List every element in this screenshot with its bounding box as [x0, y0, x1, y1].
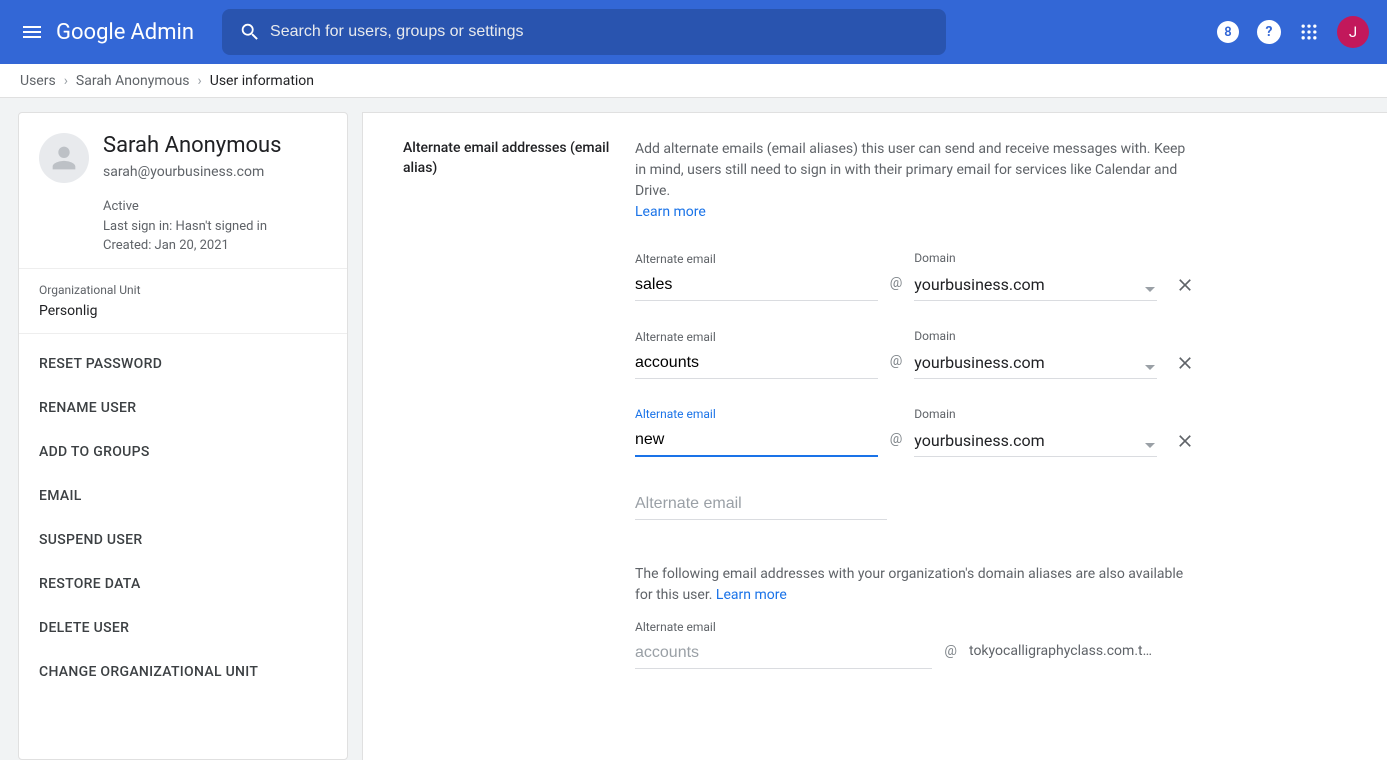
domain-label: Domain [914, 329, 1157, 343]
learn-more-link-2[interactable]: Learn more [716, 587, 787, 603]
search-input[interactable] [270, 23, 938, 41]
alternate-email-label: Alternate email [635, 252, 878, 266]
domain-select-0[interactable]: yourbusiness.com [914, 271, 1157, 301]
alternate-email-input-0[interactable] [635, 272, 878, 301]
alias-row-empty [635, 491, 1195, 520]
breadcrumb-users[interactable]: Users [20, 73, 56, 89]
alias-row: Alternate email @ Domain yourbusiness.co… [635, 329, 1195, 379]
user-side-card: Sarah Anonymous sarah@yourbusiness.com A… [18, 112, 348, 760]
close-icon [1175, 353, 1195, 373]
notification-badge[interactable]: 8 [1217, 21, 1239, 43]
close-icon [1175, 275, 1195, 295]
logo[interactable]: Google Admin [56, 20, 194, 45]
domain-label: Domain [914, 407, 1157, 421]
add-to-groups-button[interactable]: ADD TO GROUPS [19, 430, 347, 474]
remove-alias-button-1[interactable] [1175, 353, 1195, 379]
apps-icon [1299, 22, 1319, 42]
reset-password-button[interactable]: RESET PASSWORD [19, 342, 347, 386]
email-button[interactable]: EMAIL [19, 474, 347, 518]
dropdown-icon [1145, 443, 1155, 448]
at-symbol: @ [888, 275, 905, 301]
suspend-user-button[interactable]: SUSPEND USER [19, 518, 347, 562]
stage: Sarah Anonymous sarah@yourbusiness.com A… [0, 98, 1387, 760]
alternate-email-label: Alternate email [635, 407, 878, 421]
chevron-right-icon: › [198, 73, 202, 89]
menu-icon [20, 20, 44, 44]
user-name: Sarah Anonymous [103, 133, 282, 158]
user-last-signin: Last sign in: Hasn't signed in [103, 217, 327, 237]
alternate-email-label: Alternate email [635, 620, 932, 634]
dropdown-icon [1145, 287, 1155, 292]
restore-data-button[interactable]: RESTORE DATA [19, 562, 347, 606]
main-card: Alternate email addresses (email alias) … [362, 112, 1387, 760]
domain-alias-description: The following email addresses with your … [635, 564, 1195, 606]
user-avatar-icon [39, 133, 89, 183]
search-icon [230, 21, 270, 43]
section-description: Add alternate emails (email aliases) thi… [635, 139, 1195, 223]
breadcrumb: Users › Sarah Anonymous › User informati… [0, 64, 1387, 98]
account-avatar[interactable]: J [1337, 16, 1369, 48]
logo-main: Google [56, 20, 125, 45]
user-status: Active [103, 197, 327, 217]
rename-user-button[interactable]: RENAME USER [19, 386, 347, 430]
topbar: Google Admin 8 ? J [0, 0, 1387, 64]
alternate-email-input-1[interactable] [635, 350, 878, 379]
remove-alias-button-2[interactable] [1175, 431, 1195, 457]
at-symbol: @ [888, 353, 905, 379]
hamburger-menu-button[interactable] [12, 12, 52, 52]
alias-row: Alternate email @ Domain yourbusiness.co… [635, 407, 1195, 457]
help-button[interactable]: ? [1257, 20, 1281, 44]
at-symbol: @ [942, 643, 959, 669]
at-symbol: @ [888, 431, 905, 457]
domain-label: Domain [914, 251, 1157, 265]
user-email: sarah@yourbusiness.com [103, 164, 282, 180]
alternate-email-input-new[interactable] [635, 491, 887, 520]
chevron-right-icon: › [64, 73, 68, 89]
top-actions: 8 ? J [1217, 16, 1369, 48]
user-created: Created: Jan 20, 2021 [103, 236, 327, 256]
ou-value: Personlig [39, 303, 327, 319]
delete-user-button[interactable]: DELETE USER [19, 606, 347, 650]
alias-row-readonly: Alternate email @ tokyocalligraphyclass.… [635, 620, 1195, 669]
close-icon [1175, 431, 1195, 451]
alias-row: Alternate email @ Domain yourbusiness.co… [635, 251, 1195, 301]
domain-select-2[interactable]: yourbusiness.com [914, 427, 1157, 457]
change-ou-button[interactable]: CHANGE ORGANIZATIONAL UNIT [19, 650, 347, 694]
side-actions: RESET PASSWORD RENAME USER ADD TO GROUPS… [19, 334, 347, 702]
domain-select-1[interactable]: yourbusiness.com [914, 349, 1157, 379]
alternate-email-input-2[interactable] [635, 427, 878, 457]
learn-more-link[interactable]: Learn more [635, 204, 706, 220]
breadcrumb-user[interactable]: Sarah Anonymous [76, 73, 190, 89]
alternate-email-label: Alternate email [635, 330, 878, 344]
section-title: Alternate email addresses (email alias) [403, 139, 635, 734]
ou-label: Organizational Unit [39, 283, 327, 297]
search-bar[interactable] [222, 9, 946, 55]
dropdown-icon [1145, 365, 1155, 370]
remove-alias-button-0[interactable] [1175, 275, 1195, 301]
readonly-alias-domain: tokyocalligraphyclass.com.t… [969, 643, 1195, 669]
readonly-alias-email [635, 640, 932, 669]
breadcrumb-current: User information [210, 73, 314, 89]
logo-sub: Admin [130, 20, 194, 45]
apps-launcher-button[interactable] [1299, 22, 1319, 42]
